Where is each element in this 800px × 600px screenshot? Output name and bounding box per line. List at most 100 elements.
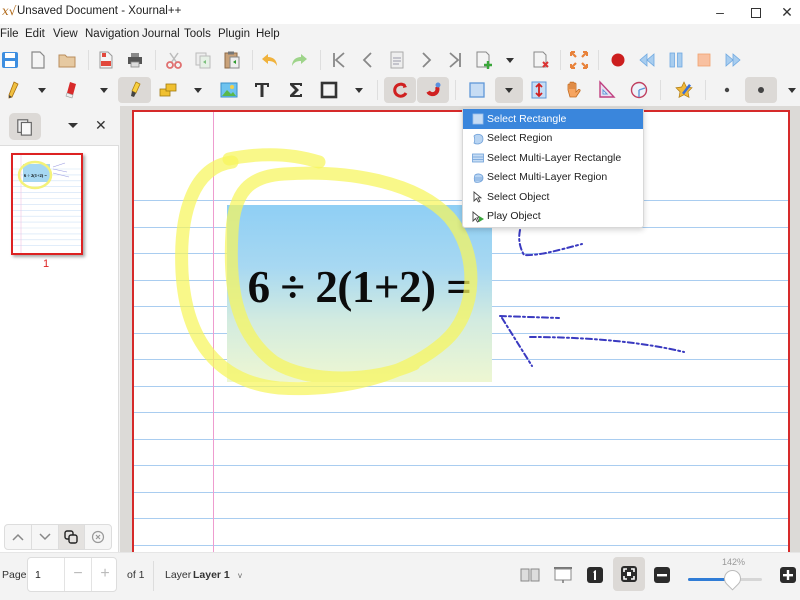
snap-button[interactable] bbox=[417, 77, 449, 103]
sidebar-header: ✕ bbox=[0, 106, 119, 146]
next-page-button[interactable] bbox=[412, 47, 440, 73]
goto-last-page-button[interactable] bbox=[441, 47, 469, 73]
delete-page-sidebar-button[interactable] bbox=[85, 525, 111, 549]
select-region-icon bbox=[473, 133, 484, 144]
redo-button[interactable] bbox=[285, 47, 313, 73]
play-object-icon bbox=[472, 210, 484, 223]
fullscreen-button[interactable] bbox=[565, 47, 593, 73]
copy-page-button[interactable] bbox=[58, 525, 86, 549]
layer-dropdown-caret[interactable]: v bbox=[238, 571, 242, 580]
menu-file[interactable]: File bbox=[0, 28, 19, 40]
eraser-tool-button[interactable] bbox=[57, 77, 85, 103]
menu-item-select-multilayer-rectangle[interactable]: Select Multi-Layer Rectangle bbox=[463, 148, 643, 168]
menu-view[interactable]: View bbox=[53, 28, 78, 40]
menu-item-play-object[interactable]: Play Object bbox=[463, 207, 643, 227]
zoom-in-button[interactable] bbox=[776, 563, 800, 587]
new-document-button[interactable] bbox=[24, 47, 52, 73]
new-page-button[interactable] bbox=[470, 47, 498, 73]
vertical-space-button[interactable] bbox=[525, 77, 553, 103]
zoom-100-button[interactable] bbox=[583, 563, 607, 587]
highlighter-stroke bbox=[175, 148, 478, 396]
close-circle-icon bbox=[92, 530, 105, 544]
text-tool-button[interactable] bbox=[248, 77, 276, 103]
zoom-fit-icon bbox=[621, 566, 637, 582]
fast-forward-icon bbox=[725, 53, 741, 67]
menu-help[interactable]: Help bbox=[256, 28, 280, 40]
zoom-fit-button[interactable] bbox=[613, 557, 645, 591]
menu-plugin[interactable]: Plugin bbox=[218, 28, 250, 40]
presentation-mode-button[interactable] bbox=[551, 563, 575, 587]
select-rectangle-button[interactable] bbox=[463, 77, 491, 103]
record-button[interactable] bbox=[604, 47, 632, 73]
select-tool-dropdown[interactable] bbox=[495, 77, 523, 103]
page-number-input[interactable]: 1 bbox=[35, 569, 41, 581]
menu-item-select-object[interactable]: Select Object bbox=[463, 187, 643, 207]
cut-button[interactable] bbox=[160, 47, 188, 73]
goto-page-button[interactable] bbox=[383, 47, 411, 73]
menu-tools[interactable]: Tools bbox=[184, 28, 211, 40]
ruler-tool-button[interactable] bbox=[154, 77, 182, 103]
menu-navigation[interactable]: Navigation bbox=[85, 28, 139, 40]
tex-tool-button[interactable] bbox=[282, 77, 310, 103]
highlighter-tool-button[interactable] bbox=[118, 77, 151, 103]
eraser-dropdown[interactable] bbox=[96, 77, 112, 103]
goto-first-page-button[interactable] bbox=[325, 47, 353, 73]
move-page-up-button[interactable] bbox=[5, 525, 32, 549]
sidebar-view-dropdown[interactable] bbox=[66, 120, 80, 130]
pen-icon bbox=[8, 81, 19, 99]
minimize-button[interactable]: – bbox=[701, 0, 739, 24]
shape-tool-button[interactable] bbox=[315, 77, 343, 103]
sigma-icon bbox=[290, 83, 302, 97]
previous-page-button[interactable] bbox=[354, 47, 382, 73]
menu-item-select-rectangle[interactable]: Select Rectangle bbox=[463, 109, 643, 129]
chevron-down-icon bbox=[39, 533, 51, 541]
rewind-button[interactable] bbox=[633, 47, 661, 73]
move-page-down-button[interactable] bbox=[32, 525, 59, 549]
pen-dropdown[interactable] bbox=[34, 77, 50, 103]
menu-item-select-region[interactable]: Select Region bbox=[463, 129, 643, 149]
page-decrement-button[interactable]: − bbox=[64, 558, 91, 591]
ruler-dropdown[interactable] bbox=[190, 77, 206, 103]
size-dropdown[interactable] bbox=[784, 77, 800, 103]
page-thumbnail-1[interactable]: 6 ÷ 2(1+2) = bbox=[11, 153, 83, 255]
setsquare-button[interactable] bbox=[592, 77, 620, 103]
close-window-button[interactable]: ✕ bbox=[768, 0, 800, 24]
menu-edit[interactable]: Edit bbox=[25, 28, 45, 40]
stop-button[interactable] bbox=[690, 47, 718, 73]
shape-recognizer-button[interactable] bbox=[384, 77, 416, 103]
pen-tool-button[interactable] bbox=[0, 77, 26, 103]
medium-size-button[interactable] bbox=[745, 77, 777, 103]
hand-tool-button[interactable] bbox=[559, 77, 587, 103]
open-button[interactable] bbox=[53, 47, 81, 73]
thin-size-button[interactable] bbox=[713, 77, 741, 103]
undo-button[interactable] bbox=[256, 47, 284, 73]
layer-selector[interactable]: Layer 1 bbox=[193, 569, 230, 581]
menu-item-select-multilayer-region[interactable]: Select Multi-Layer Region bbox=[463, 168, 643, 188]
menu-journal[interactable]: Journal bbox=[142, 28, 180, 40]
new-page-dropdown[interactable] bbox=[502, 47, 518, 73]
compass-button[interactable] bbox=[625, 77, 653, 103]
page-sidebar: ✕ 6 ÷ 2(1+2) = 1 bbox=[0, 106, 119, 552]
shape-dropdown[interactable] bbox=[351, 77, 367, 103]
pause-button[interactable] bbox=[662, 47, 690, 73]
page-increment-button[interactable]: + bbox=[91, 558, 118, 591]
delete-page-button[interactable] bbox=[527, 47, 555, 73]
default-tool-button[interactable] bbox=[670, 77, 698, 103]
copy-button[interactable] bbox=[189, 47, 217, 73]
document-page[interactable]: 6 ÷ 2(1+2) = bbox=[132, 110, 790, 552]
select-multilayer-rectangle-icon bbox=[472, 153, 484, 163]
sidebar-close-button[interactable]: ✕ bbox=[95, 117, 107, 134]
fast-forward-button[interactable] bbox=[719, 47, 747, 73]
magnet-icon bbox=[426, 82, 441, 97]
save-button[interactable] bbox=[0, 47, 24, 73]
image-tool-button[interactable] bbox=[215, 77, 243, 103]
zoom-slider[interactable] bbox=[688, 566, 762, 591]
paste-button[interactable] bbox=[218, 47, 246, 73]
save-icon bbox=[2, 52, 18, 68]
zoom-out-button[interactable] bbox=[650, 563, 674, 587]
print-button[interactable] bbox=[121, 47, 149, 73]
page-preview-toggle[interactable] bbox=[9, 113, 41, 140]
dual-page-button[interactable] bbox=[518, 563, 542, 587]
export-pdf-button[interactable] bbox=[92, 47, 120, 73]
page-label: Page bbox=[2, 569, 27, 581]
